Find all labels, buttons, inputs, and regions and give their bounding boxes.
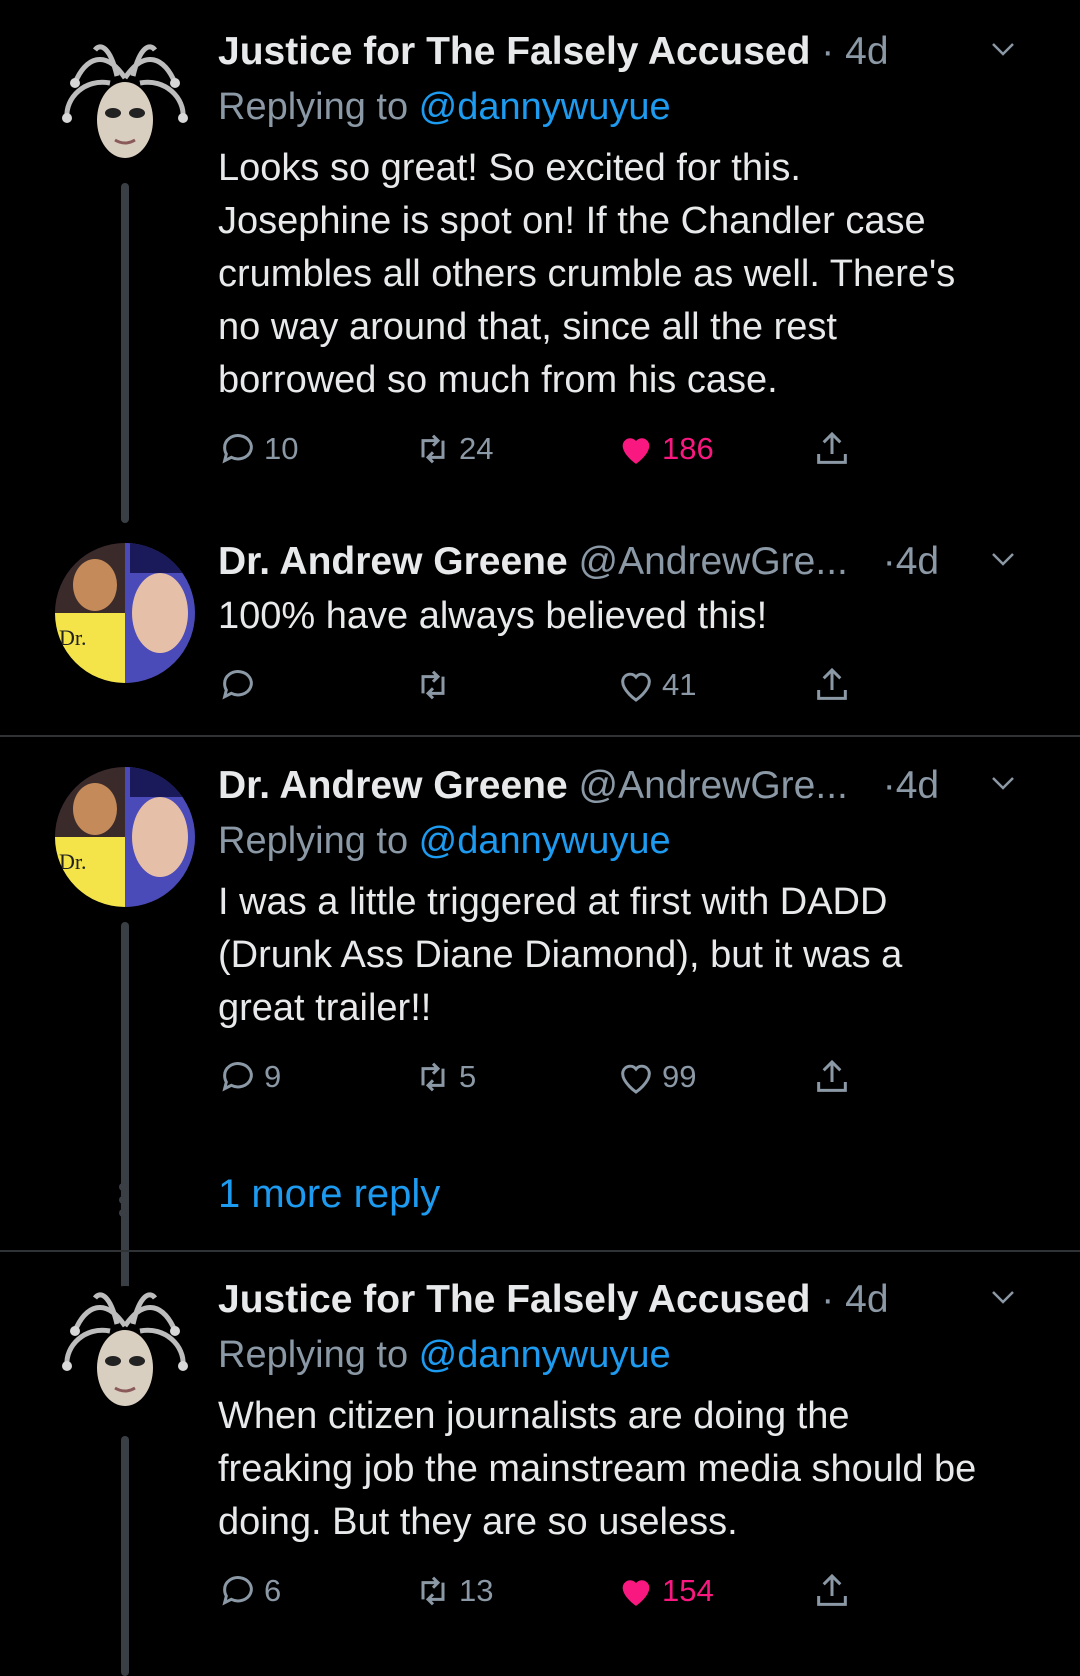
author-name[interactable]: Justice for The Falsely Accused: [218, 30, 810, 73]
replying-to: Replying to @dannywuyue: [218, 82, 1040, 132]
tweet-header: Dr. Andrew Greene @AndrewGre... ·4d: [218, 762, 1040, 810]
reply-icon: [222, 1062, 253, 1092]
author-handle[interactable]: @AndrewGre...: [579, 764, 848, 807]
author-name[interactable]: Dr. Andrew Greene: [218, 540, 568, 583]
action-bar: 10 24 186: [218, 429, 1040, 485]
reply-count: 9: [264, 1059, 282, 1094]
jester-mask-icon: [62, 1292, 188, 1406]
avatar-label: Dr.: [59, 625, 87, 650]
chevron-down-icon[interactable]: [988, 538, 1018, 586]
avatar-mask[interactable]: [55, 1286, 195, 1426]
thread-dots: [119, 1178, 127, 1222]
heart-filled-icon: [622, 1580, 650, 1606]
like-count: 154: [662, 1573, 714, 1608]
reply-button[interactable]: 9: [218, 1057, 281, 1097]
chevron-down-icon[interactable]: [988, 762, 1018, 810]
more-replies-link[interactable]: 1 more reply: [218, 1172, 440, 1217]
reply-count: 6: [264, 1573, 282, 1608]
avatar-photo[interactable]: Dr.: [55, 543, 195, 683]
separator: ·: [810, 1278, 846, 1321]
reply-count: 10: [264, 431, 299, 466]
retweet-button[interactable]: 24: [413, 429, 493, 469]
avatar-photo[interactable]: Dr.: [55, 767, 195, 907]
tweet-text: Looks so great! So excited for this. Jos…: [218, 147, 956, 401]
action-bar: 41: [218, 665, 1040, 721]
avatar-mask[interactable]: [55, 38, 195, 178]
share-button[interactable]: [812, 665, 852, 705]
jester-mask-icon: [62, 44, 188, 158]
action-bar: 9 5 99: [218, 1057, 1040, 1113]
share-icon: [817, 431, 847, 464]
like-count: 99: [662, 1059, 697, 1094]
reply-icon: [222, 670, 253, 700]
heart-outline-icon: [621, 672, 651, 702]
retweet-button[interactable]: 5: [413, 1057, 476, 1097]
replying-prefix: Replying to: [218, 86, 419, 128]
mention-link[interactable]: @dannywuyue: [419, 86, 671, 128]
separator: ·: [871, 764, 896, 807]
separator: ·: [871, 540, 896, 583]
avatar-image: Dr.: [55, 767, 195, 907]
retweet-icon: [421, 1062, 445, 1092]
share-button[interactable]: [812, 1057, 852, 1097]
mention-link[interactable]: @dannywuyue: [419, 1334, 671, 1376]
tweet-header: Justice for The Falsely Accused · 4d: [218, 28, 1040, 76]
retweet-button[interactable]: 13: [413, 1571, 493, 1611]
share-icon: [817, 1573, 847, 1606]
share-button[interactable]: [812, 429, 852, 469]
separator: ·: [810, 30, 846, 73]
retweet-icon: [421, 670, 445, 700]
divider: [0, 735, 1080, 737]
reply-button[interactable]: 6: [218, 1571, 281, 1611]
share-icon: [817, 1059, 847, 1092]
reply-button[interactable]: [218, 665, 264, 705]
chevron-down-icon[interactable]: [988, 28, 1018, 76]
retweet-icon: [421, 1576, 445, 1606]
retweet-count: 13: [459, 1573, 494, 1608]
tweet-header: Justice for The Falsely Accused · 4d: [218, 1276, 1040, 1324]
replying-to: Replying to @dannywuyue: [218, 1330, 1040, 1380]
reply-icon: [222, 434, 253, 464]
retweet-button[interactable]: [413, 665, 459, 705]
like-button[interactable]: 99: [616, 1057, 696, 1097]
timestamp[interactable]: 4d: [896, 764, 939, 807]
heart-filled-icon: [622, 438, 650, 464]
timestamp[interactable]: 4d: [845, 30, 888, 73]
like-count: 186: [662, 431, 714, 466]
like-button[interactable]: 154: [616, 1571, 714, 1611]
tweet-header: Dr. Andrew Greene @AndrewGre... ·4d: [218, 538, 1040, 586]
heart-outline-icon: [621, 1064, 651, 1094]
share-icon: [817, 667, 847, 700]
replying-prefix: Replying to: [218, 1334, 419, 1376]
retweet-count: 5: [459, 1059, 477, 1094]
author-name[interactable]: Dr. Andrew Greene: [218, 764, 568, 807]
tweet-text: I was a little triggered at first with D…: [218, 881, 903, 1029]
replying-to: Replying to @dannywuyue: [218, 816, 1040, 866]
like-count: 41: [662, 667, 697, 702]
timestamp[interactable]: 4d: [845, 1278, 888, 1321]
divider: [0, 1250, 1080, 1252]
like-button[interactable]: 186: [616, 429, 714, 469]
retweet-icon: [421, 434, 445, 464]
tweet-text: When citizen journalists are doing the f…: [218, 1395, 977, 1543]
avatar-label: Dr.: [59, 849, 87, 874]
reply-button[interactable]: 10: [218, 429, 298, 469]
mention-link[interactable]: @dannywuyue: [419, 820, 671, 862]
author-name[interactable]: Justice for The Falsely Accused: [218, 1278, 810, 1321]
avatar-image: Dr.: [55, 543, 195, 683]
chevron-down-icon[interactable]: [988, 1276, 1018, 1324]
replying-prefix: Replying to: [218, 820, 419, 862]
timestamp[interactable]: 4d: [896, 540, 939, 583]
author-handle[interactable]: @AndrewGre...: [579, 540, 848, 583]
action-bar: 6 13 154: [218, 1571, 1040, 1627]
retweet-count: 24: [459, 431, 494, 466]
tweet-text: 100% have always believed this!: [218, 595, 768, 637]
reply-icon: [222, 1576, 253, 1606]
like-button[interactable]: 41: [616, 665, 696, 705]
share-button[interactable]: [812, 1571, 852, 1611]
